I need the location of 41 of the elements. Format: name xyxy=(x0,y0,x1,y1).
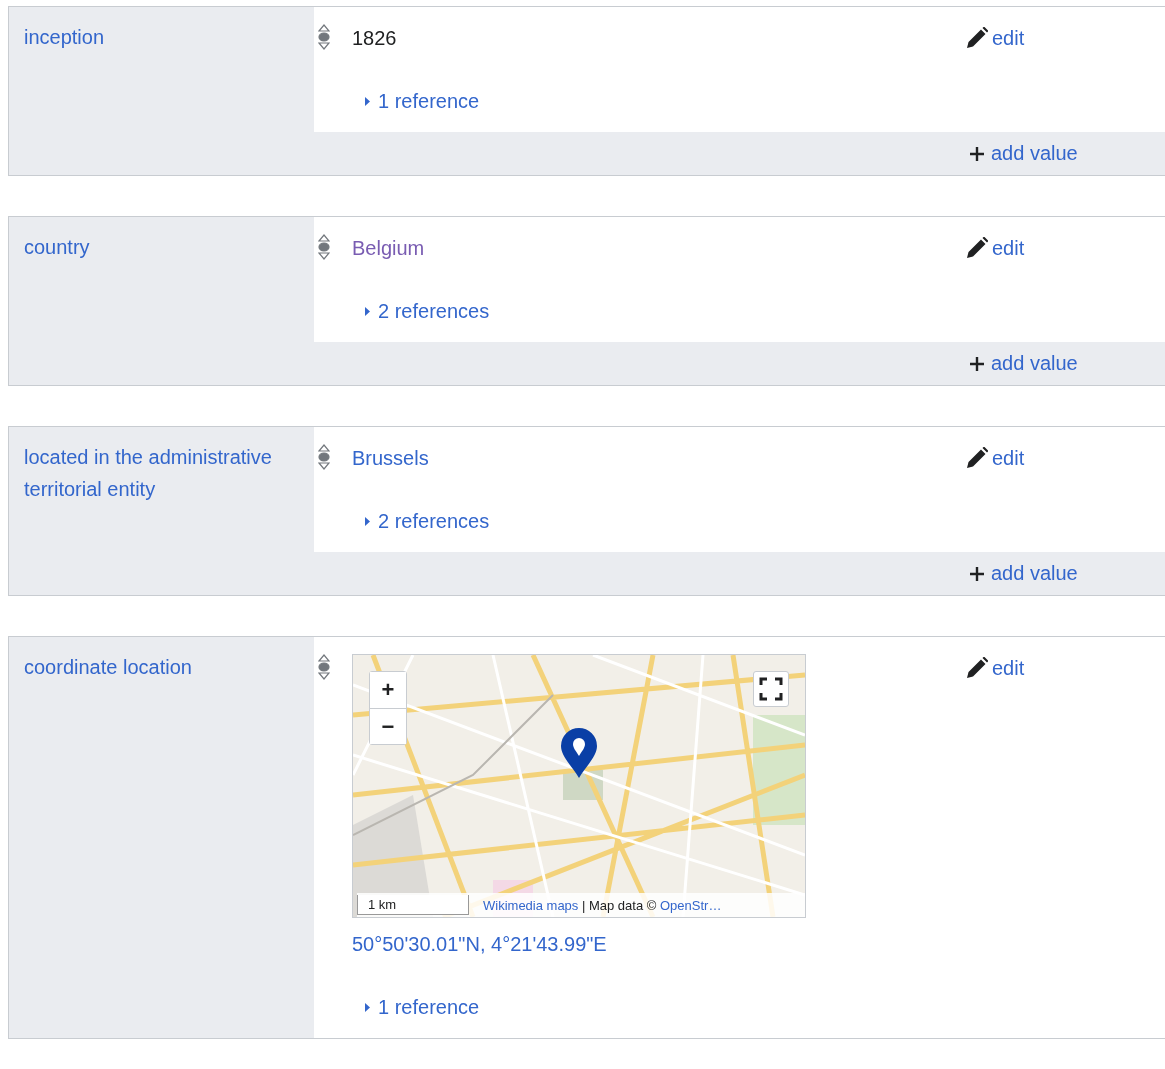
rank-selector-icon[interactable] xyxy=(318,444,330,470)
pencil-icon xyxy=(966,447,988,469)
value-text: 1826 xyxy=(352,26,397,51)
rank-selector-icon[interactable] xyxy=(318,234,330,260)
fullscreen-button[interactable] xyxy=(753,671,789,707)
pencil-icon xyxy=(966,237,988,259)
add-value-link[interactable]: add value xyxy=(969,142,1078,165)
location-pin-icon xyxy=(559,727,599,779)
coordinates-link[interactable]: 50°50'30.01"N, 4°21'43.99"E xyxy=(352,928,607,960)
zoom-out-button[interactable]: − xyxy=(370,708,406,744)
pencil-icon xyxy=(966,27,988,49)
references-toggle[interactable]: 1 reference xyxy=(364,85,480,117)
openstreetmap-link[interactable]: OpenStr… xyxy=(660,897,722,913)
references-toggle[interactable]: 2 references xyxy=(364,295,490,327)
collapsed-triangle-icon xyxy=(364,516,372,526)
pencil-icon xyxy=(966,657,988,679)
edit-link[interactable]: edit xyxy=(966,442,1025,474)
value-link[interactable]: Belgium xyxy=(352,232,425,264)
map-attribution: Wikimedia maps | Map data © OpenStr… xyxy=(483,897,722,913)
wikimedia-maps-link[interactable]: Wikimedia maps xyxy=(483,897,579,913)
plus-icon xyxy=(969,565,985,582)
fullscreen-icon xyxy=(759,677,783,701)
plus-icon xyxy=(969,355,985,372)
rank-selector-icon[interactable] xyxy=(318,24,330,50)
collapsed-triangle-icon xyxy=(364,1002,372,1012)
add-value-link[interactable]: add value xyxy=(969,352,1078,375)
collapsed-triangle-icon xyxy=(364,306,372,316)
property-link[interactable]: coordinate location xyxy=(24,651,306,683)
references-toggle[interactable]: 1 reference xyxy=(364,991,480,1023)
value-link[interactable]: Brussels xyxy=(352,442,429,474)
edit-link[interactable]: edit xyxy=(966,22,1025,54)
rank-selector-icon[interactable] xyxy=(318,654,330,680)
edit-link[interactable]: edit xyxy=(966,652,1025,684)
collapsed-triangle-icon xyxy=(364,96,372,106)
plus-icon xyxy=(969,145,985,162)
edit-link[interactable]: edit xyxy=(966,232,1025,264)
scale-bar: 1 km xyxy=(357,895,469,915)
property-link[interactable]: inception xyxy=(24,21,306,53)
references-toggle[interactable]: 2 references xyxy=(364,505,490,537)
add-value-link[interactable]: add value xyxy=(969,562,1078,585)
property-link[interactable]: country xyxy=(24,231,306,263)
